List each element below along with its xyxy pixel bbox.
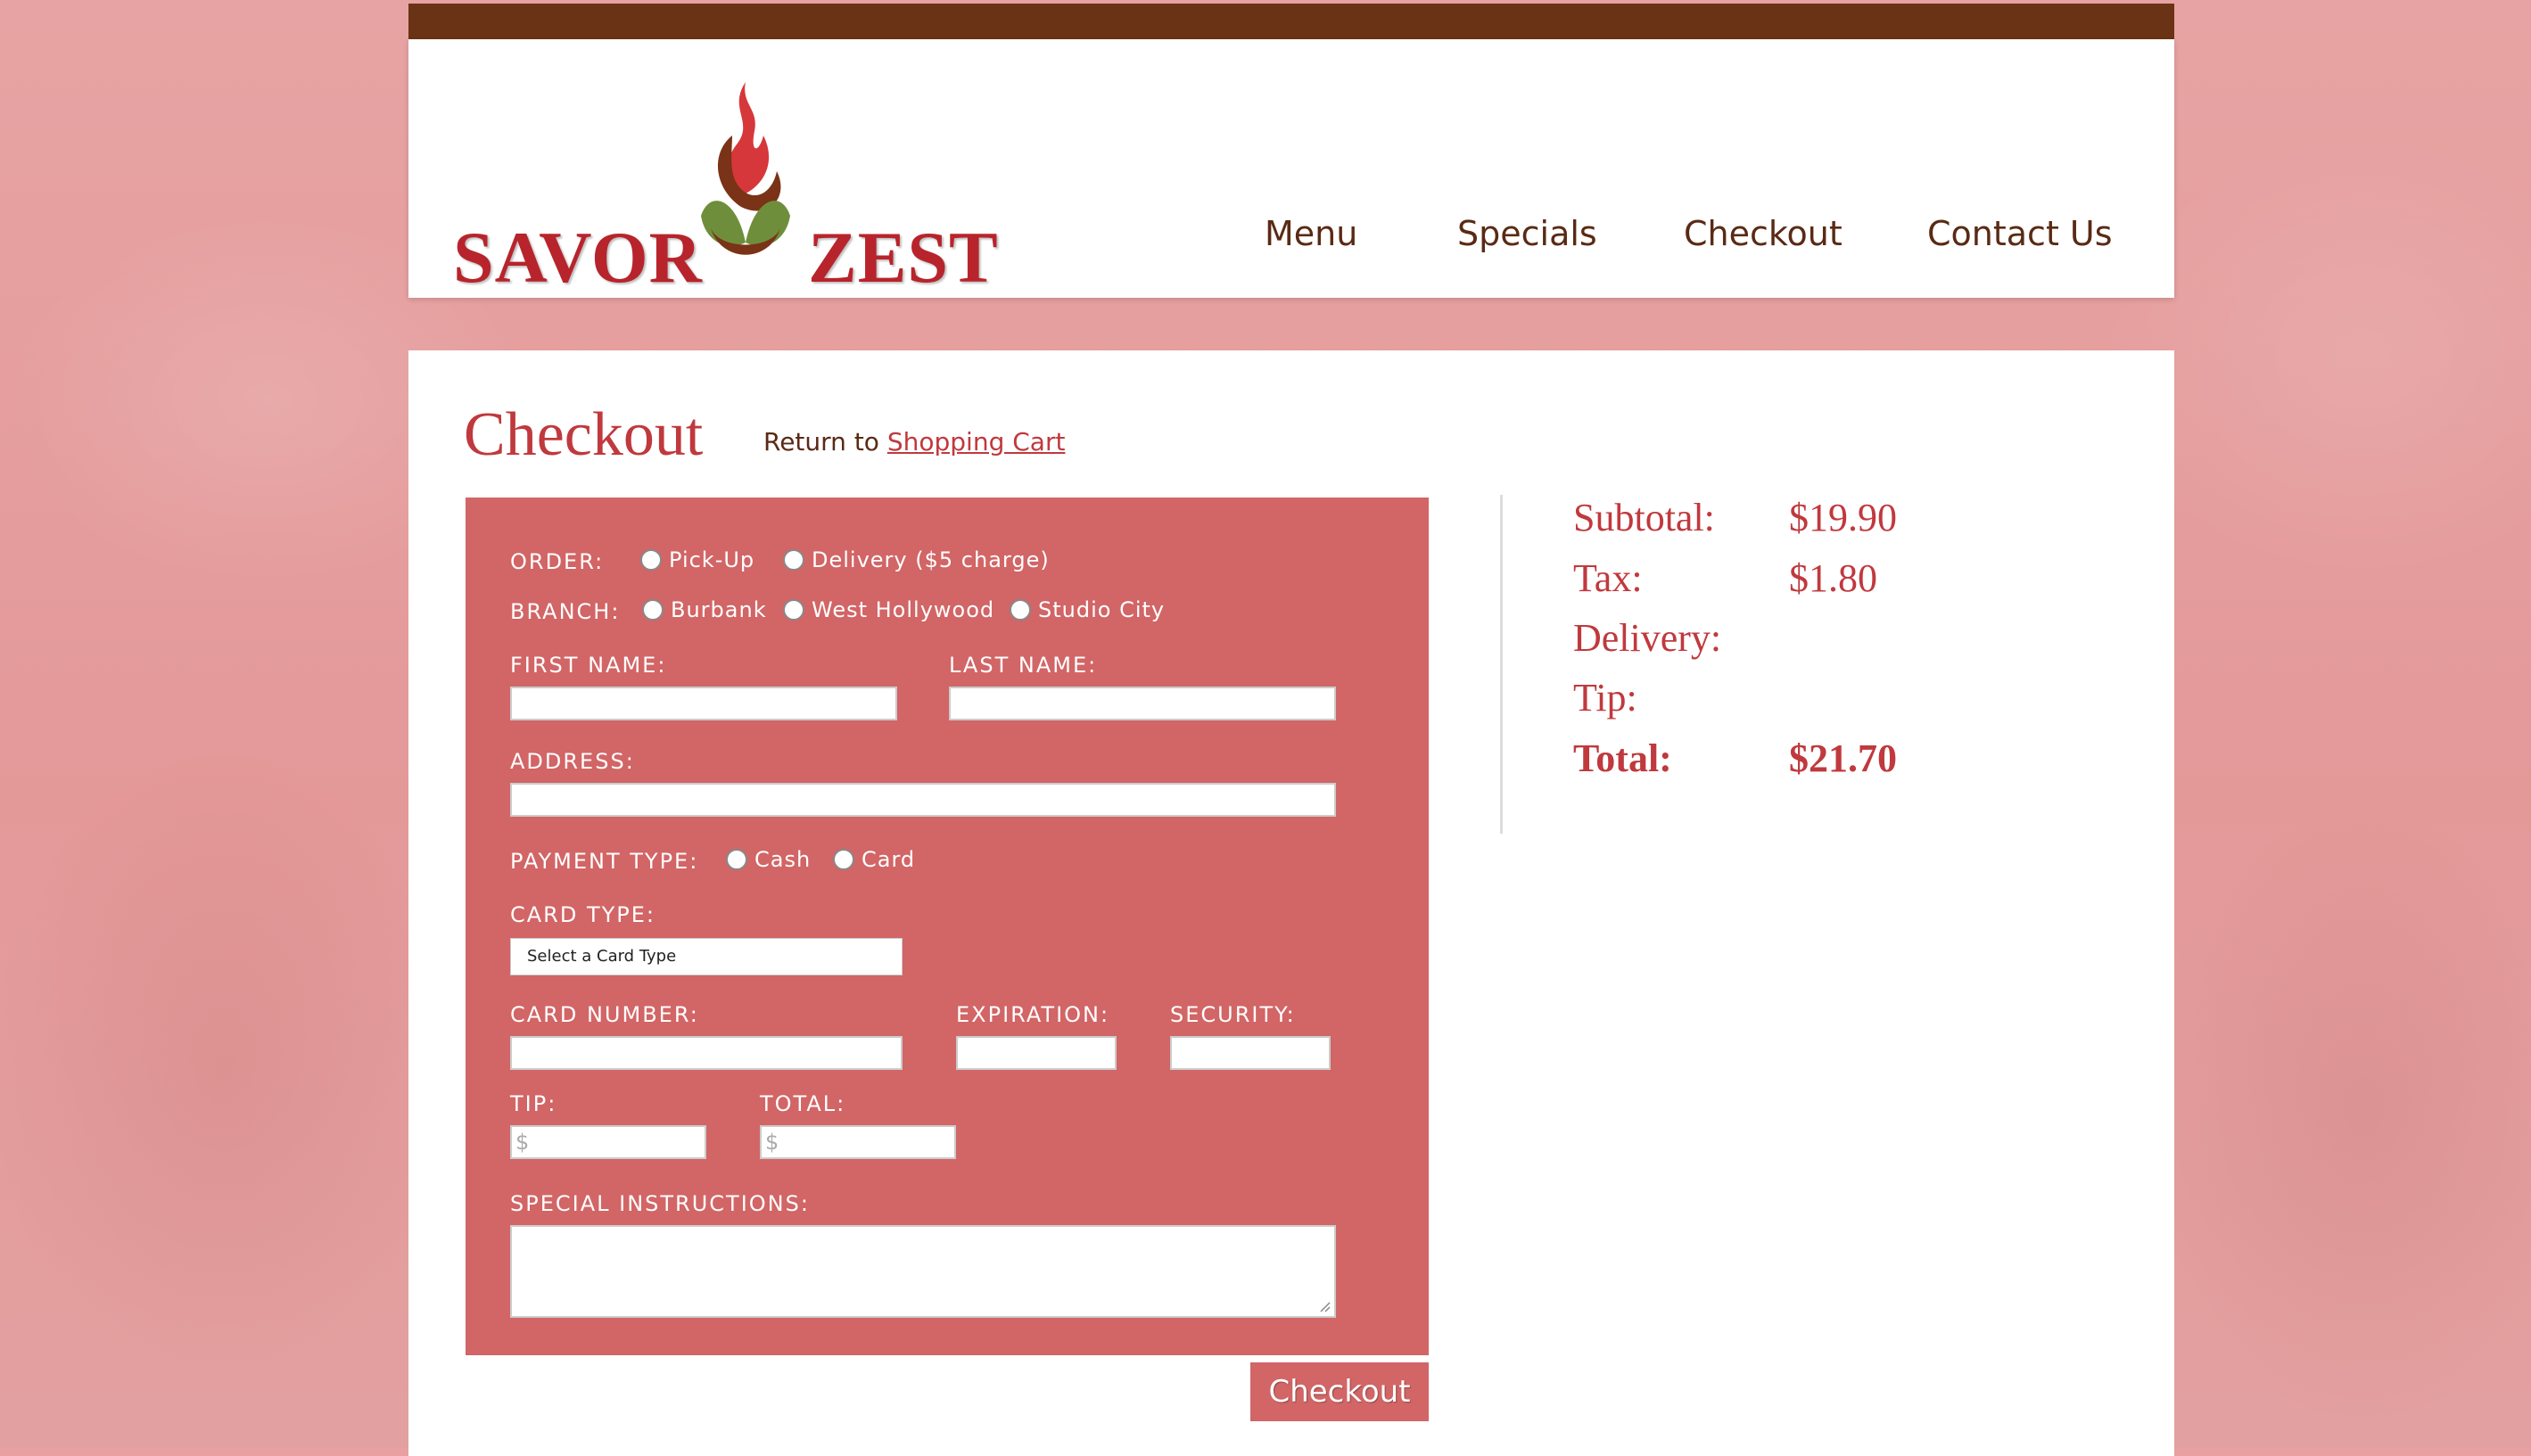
card-type-select[interactable]: Select a Card Type xyxy=(510,938,903,975)
site-header: SAVOR ZEST Menu Specials Checkout Contac… xyxy=(408,39,2174,298)
logo[interactable]: SAVOR ZEST xyxy=(453,73,1006,298)
nav-checkout[interactable]: Checkout xyxy=(1684,214,1843,253)
special-instructions-label: SPECIAL INSTRUCTIONS: xyxy=(510,1191,810,1216)
last-name-field[interactable] xyxy=(949,687,1336,720)
first-name-label: FIRST NAME: xyxy=(510,653,667,678)
total-summary-value: $21.70 xyxy=(1789,736,1897,780)
branch-burbank-label: Burbank xyxy=(671,597,767,622)
card-number-field[interactable] xyxy=(510,1036,903,1070)
branch-west-hollywood-label: West Hollywood xyxy=(812,597,995,622)
expiration-label: EXPIRATION: xyxy=(956,1002,1110,1027)
total-field[interactable]: $ xyxy=(760,1125,956,1159)
radio-icon[interactable] xyxy=(642,599,664,621)
branch-west-hollywood-radio[interactable]: West Hollywood xyxy=(783,597,994,622)
branch-burbank-radio[interactable]: Burbank xyxy=(642,597,767,622)
subtotal-value: $19.90 xyxy=(1789,496,1897,539)
first-name-field[interactable] xyxy=(510,687,897,720)
radio-icon[interactable] xyxy=(833,849,854,870)
tax-label: Tax: xyxy=(1573,556,1643,600)
checkout-button[interactable]: Checkout xyxy=(1250,1362,1429,1421)
delivery-label: Delivery: xyxy=(1573,616,1722,660)
payment-cash-label: Cash xyxy=(754,847,812,872)
radio-icon[interactable] xyxy=(1010,599,1031,621)
card-number-label: CARD NUMBER: xyxy=(510,1002,699,1027)
tip-label: TIP: xyxy=(510,1091,557,1116)
return-line: Return to Shopping Cart xyxy=(763,427,1065,457)
radio-icon[interactable] xyxy=(726,849,747,870)
order-delivery-radio[interactable]: Delivery ($5 charge) xyxy=(783,547,1050,572)
resize-grip-icon[interactable] xyxy=(1318,1300,1331,1312)
radio-icon[interactable] xyxy=(783,549,804,571)
total-label: TOTAL: xyxy=(760,1091,846,1116)
security-label: SECURITY: xyxy=(1170,1002,1296,1027)
branch-studio-city-label: Studio City xyxy=(1038,597,1166,622)
order-label: ORDER: xyxy=(510,549,605,574)
branch-label: BRANCH: xyxy=(510,599,621,624)
expiration-field[interactable] xyxy=(956,1036,1117,1070)
special-instructions-textarea[interactable] xyxy=(510,1225,1336,1318)
order-pickup-radio[interactable]: Pick-Up xyxy=(640,547,754,572)
radio-icon[interactable] xyxy=(640,549,662,571)
checkout-panel: Checkout Return to Shopping Cart ORDER: … xyxy=(408,350,2174,1456)
nav-menu[interactable]: Menu xyxy=(1265,214,1357,253)
flame-icon xyxy=(701,82,790,255)
subtotal-label: Subtotal: xyxy=(1573,496,1715,539)
address-label: ADDRESS: xyxy=(510,749,635,774)
payment-card-label: Card xyxy=(862,847,916,872)
tip-summary-label: Tip: xyxy=(1573,676,1637,720)
tip-field[interactable]: $ xyxy=(510,1125,706,1159)
total-summary-label: Total: xyxy=(1573,736,1672,780)
nav-specials[interactable]: Specials xyxy=(1457,214,1597,253)
radio-icon[interactable] xyxy=(783,599,804,621)
logo-text-left: SAVOR xyxy=(453,217,703,298)
last-name-label: LAST NAME: xyxy=(949,653,1098,678)
card-type-label: CARD TYPE: xyxy=(510,902,656,927)
payment-card-radio[interactable]: Card xyxy=(833,847,915,872)
checkout-form: ORDER: Pick-Up Delivery ($5 charge) BRAN… xyxy=(466,498,1429,1355)
branch-studio-city-radio[interactable]: Studio City xyxy=(1010,597,1165,622)
nav-contact-us[interactable]: Contact Us xyxy=(1927,214,2113,253)
payment-cash-radio[interactable]: Cash xyxy=(726,847,811,872)
security-field[interactable] xyxy=(1170,1036,1331,1070)
order-delivery-label: Delivery ($5 charge) xyxy=(812,547,1050,572)
shopping-cart-link[interactable]: Shopping Cart xyxy=(887,427,1066,457)
payment-type-label: PAYMENT TYPE: xyxy=(510,849,699,874)
tax-value: $1.80 xyxy=(1789,556,1877,600)
return-prefix: Return to xyxy=(763,427,879,457)
divider xyxy=(1500,495,1503,834)
page-title: Checkout xyxy=(464,400,704,469)
logo-text-right: ZEST xyxy=(808,217,999,298)
address-field[interactable] xyxy=(510,783,1336,817)
order-pickup-label: Pick-Up xyxy=(669,547,755,572)
top-bar xyxy=(408,4,2174,39)
